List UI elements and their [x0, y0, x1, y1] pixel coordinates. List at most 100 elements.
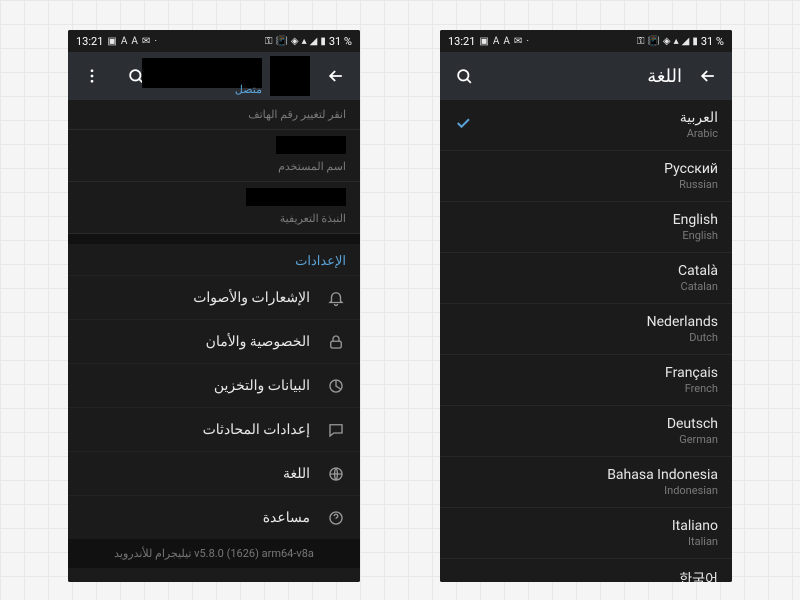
setting-label: الخصوصية والأمان: [206, 334, 310, 350]
avatar: [270, 56, 310, 96]
lang-english: German: [667, 433, 718, 446]
setting-row-pie[interactable]: البيانات والتخزين: [68, 363, 360, 407]
username-hint: اسم المستخدم: [82, 160, 346, 173]
wifi-icon: ◈: [291, 36, 299, 47]
setting-row-globe[interactable]: اللغة: [68, 451, 360, 495]
arrow-back-icon: [698, 66, 718, 86]
lang-native: العربية: [680, 110, 718, 126]
setting-label: البيانات والتخزين: [214, 378, 310, 394]
lang-english: Arabic: [680, 127, 718, 140]
lang-english: English: [673, 229, 718, 242]
setting-row-bell[interactable]: الإشعارات والأصوات: [68, 275, 360, 319]
vibrate-icon: 📳: [647, 36, 659, 47]
battery-icon: ▮: [320, 36, 326, 47]
menu-button[interactable]: [74, 58, 110, 94]
lang-native: Deutsch: [667, 416, 718, 432]
divider: [68, 234, 360, 244]
app-bar: متصل: [68, 52, 360, 100]
font-icon: A: [493, 36, 500, 47]
lang-row[interactable]: EnglishEnglish: [440, 202, 732, 253]
bio-hint: النبذة التعريفية: [82, 212, 346, 225]
more-icon: ·: [154, 36, 157, 47]
setting-row-chat[interactable]: إعدادات المحادثات: [68, 407, 360, 451]
signal-icon: ▴: [302, 36, 307, 47]
battery-text: 31 %: [329, 35, 352, 48]
lang-row[interactable]: ItalianoItalian: [440, 508, 732, 559]
phone-hint: انقر لتغيير رقم الهاتف: [82, 108, 346, 121]
online-status: متصل: [235, 83, 262, 96]
image-icon: ▣: [107, 36, 116, 47]
search-button[interactable]: [446, 58, 482, 94]
back-button[interactable]: [690, 58, 726, 94]
status-bar: 13:21 ▣ A A ✉ · ⚿ 📳 ◈ ▴ ◢ ▮ 31 %: [440, 30, 732, 52]
chat-icon: [326, 421, 346, 439]
signal-icon: ◢: [310, 36, 318, 47]
lock-icon: [326, 333, 346, 351]
setting-label: إعدادات المحادثات: [203, 422, 310, 438]
lang-row[interactable]: 한국어Korean: [440, 559, 732, 582]
lang-english: Russian: [664, 178, 718, 191]
font-icon: A: [503, 36, 510, 47]
lang-native: Français: [665, 365, 718, 381]
more-vert-icon: [83, 67, 101, 85]
font-icon: A: [121, 36, 128, 47]
font-icon: A: [131, 36, 138, 47]
status-time: 13:21: [448, 35, 475, 48]
lang-english: Italian: [672, 535, 718, 548]
status-bar: 13:21 ▣ A A ✉ · ⚿ 📳 ◈ ▴ ◢ ▮ 31 %: [68, 30, 360, 52]
bio-row[interactable]: النبذة التعريفية: [68, 182, 360, 234]
mail-icon: ✉: [514, 36, 522, 47]
lang-row[interactable]: DeutschGerman: [440, 406, 732, 457]
vibrate-icon: 📳: [275, 36, 287, 47]
lang-native: Català: [678, 263, 718, 279]
lang-row[interactable]: Bahasa IndonesiaIndonesian: [440, 457, 732, 508]
phone-row[interactable]: انقر لتغيير رقم الهاتف: [68, 100, 360, 130]
setting-label: اللغة: [283, 466, 310, 482]
bio-value: [246, 188, 346, 206]
lang-english: Dutch: [647, 331, 718, 344]
lang-row[interactable]: FrançaisFrench: [440, 355, 732, 406]
image-icon: ▣: [479, 36, 488, 47]
setting-row-lock[interactable]: الخصوصية والأمان: [68, 319, 360, 363]
status-time: 13:21: [76, 35, 103, 48]
setting-label: الإشعارات والأصوات: [193, 290, 310, 306]
app-bar: اللغة: [440, 52, 732, 100]
settings-header: الإعدادات: [68, 244, 360, 275]
globe-icon: [326, 465, 346, 483]
lang-native: 한국어: [679, 569, 718, 582]
arrow-back-icon: [326, 66, 346, 86]
mail-icon: ✉: [142, 36, 150, 47]
pie-icon: [326, 377, 346, 395]
lang-row[interactable]: العربيةArabic: [440, 100, 732, 151]
language-screen: 13:21 ▣ A A ✉ · ⚿ 📳 ◈ ▴ ◢ ▮ 31 % اللغة ا…: [440, 30, 732, 582]
key-icon: ⚿: [265, 36, 273, 47]
page-title: اللغة: [490, 66, 682, 87]
back-button[interactable]: [318, 58, 354, 94]
more-icon: ·: [526, 36, 529, 47]
battery-text: 31 %: [701, 35, 724, 48]
lang-native: Bahasa Indonesia: [607, 467, 718, 483]
check-icon: [454, 114, 472, 136]
lang-english: Indonesian: [607, 484, 718, 497]
lang-native: Русский: [664, 161, 718, 177]
key-icon: ⚿: [637, 36, 645, 47]
username-row[interactable]: اسم المستخدم: [68, 130, 360, 182]
username-value: [276, 136, 346, 154]
search-icon: [455, 67, 474, 86]
lang-english: French: [665, 382, 718, 395]
signal-icon: ◢: [682, 36, 690, 47]
lang-row[interactable]: CatalàCatalan: [440, 253, 732, 304]
signal-icon: ▴: [674, 36, 679, 47]
help-icon: [326, 509, 346, 527]
lang-native: Nederlands: [647, 314, 718, 330]
settings-screen: 13:21 ▣ A A ✉ · ⚿ 📳 ◈ ▴ ◢ ▮ 31 % متصل: [68, 30, 360, 582]
lang-native: English: [673, 212, 718, 228]
bell-icon: [326, 289, 346, 307]
lang-native: Italiano: [672, 518, 718, 534]
lang-row[interactable]: РусскийRussian: [440, 151, 732, 202]
wifi-icon: ◈: [663, 36, 671, 47]
setting-row-help[interactable]: مساعدة: [68, 495, 360, 539]
lang-row[interactable]: NederlandsDutch: [440, 304, 732, 355]
setting-label: مساعدة: [263, 510, 310, 526]
version-info: تيليجرام للأندرويد v5.8.0 (1626) arm64-v…: [68, 539, 360, 568]
